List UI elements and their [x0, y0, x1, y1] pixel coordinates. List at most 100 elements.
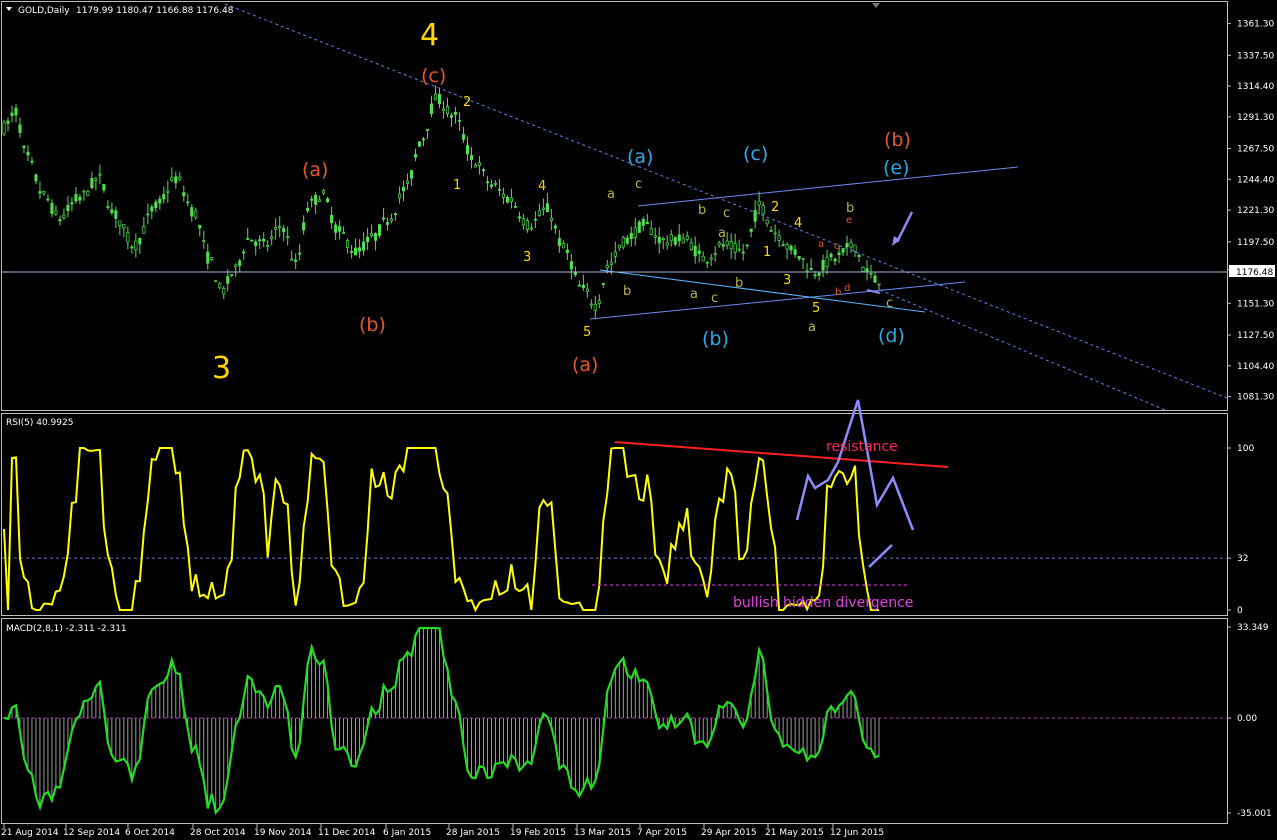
candle-body	[545, 203, 549, 213]
price-tick-label: 1361.30	[1237, 20, 1274, 30]
candle-body	[338, 226, 342, 232]
candle-body	[310, 198, 314, 201]
candle-body	[869, 273, 873, 275]
candle-body	[102, 184, 106, 191]
candle-body	[218, 283, 222, 289]
price-tick-label: 1221.30	[1237, 206, 1274, 216]
candle-body	[637, 221, 641, 233]
candle-body	[286, 236, 290, 239]
candle-body	[777, 235, 781, 241]
candle-body	[166, 190, 170, 193]
candle-body	[54, 210, 58, 215]
candle-body	[505, 196, 509, 203]
candle-body	[6, 120, 10, 124]
wave-label: (b)	[884, 129, 911, 151]
candle-body	[206, 251, 210, 264]
time-tick-label: 12 Sep 2014	[63, 828, 120, 838]
wave-label: (e)	[883, 157, 910, 179]
wave-label: (d)	[878, 325, 905, 347]
candle-body	[797, 255, 801, 260]
candle-body	[274, 227, 278, 230]
time-tick-label: 21 May 2015	[765, 828, 824, 838]
candle-body	[677, 234, 681, 242]
candle-body	[58, 219, 62, 222]
wave-label: b	[623, 284, 631, 299]
candle-body	[254, 241, 258, 247]
candle-body	[845, 242, 849, 248]
candle-body	[461, 134, 466, 140]
candle-body	[497, 188, 501, 191]
resistance-annotation: resistance	[826, 439, 898, 455]
candle-body	[697, 250, 701, 254]
candle-body	[326, 198, 330, 203]
candle-body	[561, 243, 565, 249]
candle-body	[270, 236, 274, 239]
time-tick-label: 29 Apr 2015	[701, 828, 757, 838]
rsi-tick-label: 0	[1237, 606, 1243, 616]
candle-body	[378, 224, 382, 236]
wave-label: c	[711, 291, 718, 306]
candle-body	[425, 128, 430, 131]
price-tick-label: 1151.30	[1237, 299, 1274, 309]
candle-body	[174, 176, 178, 184]
candle-body	[549, 217, 553, 221]
candle-body	[617, 244, 621, 249]
candle-body	[150, 206, 154, 212]
candle-body	[290, 258, 294, 261]
candle-body	[66, 204, 70, 211]
wave-label: d	[844, 283, 850, 294]
candle-body	[709, 257, 713, 260]
candle-body	[366, 236, 370, 243]
candle-body	[573, 272, 577, 275]
time-tick-label: 6 Oct 2014	[125, 828, 175, 838]
rsi-tick-label: 100	[1237, 444, 1254, 454]
divergence-annotation: bullish hidden divergence	[733, 595, 913, 611]
candle-body	[401, 186, 406, 192]
candle-body	[865, 268, 869, 272]
candle-body	[733, 243, 737, 253]
candle-body	[789, 245, 793, 251]
candle-body	[318, 199, 322, 202]
wave-label: c	[886, 296, 893, 311]
candle-body	[10, 112, 14, 116]
candle-body	[457, 120, 462, 122]
candle-body	[741, 251, 745, 254]
wave-label: (a)	[627, 146, 653, 168]
wave-label: 5	[812, 301, 820, 316]
candle-body	[302, 222, 306, 231]
candle-body	[669, 234, 673, 242]
time-tick-label: 13 Mar 2015	[574, 828, 631, 838]
candle-body	[825, 256, 829, 267]
candle-body	[146, 213, 150, 216]
price-tick-label: 1127.50	[1237, 331, 1274, 341]
wave-label: 3	[523, 250, 531, 265]
candle-body	[134, 240, 138, 251]
wave-label: c	[834, 241, 840, 252]
candle-body	[453, 111, 458, 115]
candle-body	[14, 107, 18, 116]
candle-body	[226, 276, 230, 284]
candle-body	[46, 198, 50, 201]
candle-body	[394, 213, 398, 216]
trading-chart[interactable]: 1361.30 1337.50 1314.40 1291.30 1267.50 1244.…	[0, 0, 1277, 840]
candle-body	[529, 227, 533, 230]
time-tick-label: 11 Dec 2014	[318, 828, 376, 838]
candle-body	[689, 242, 693, 250]
wave-label: e	[846, 215, 852, 226]
wave-label: a	[808, 320, 816, 335]
candle-body	[685, 235, 689, 240]
candle-body	[481, 169, 486, 172]
candle-body	[314, 194, 318, 205]
candle-body	[190, 207, 194, 217]
candle-body	[641, 219, 645, 226]
time-tick-label: 19 Feb 2015	[510, 828, 566, 838]
wave-label: b	[698, 203, 706, 218]
candle-body	[294, 259, 298, 262]
candle-body	[94, 178, 98, 181]
candle-body	[202, 240, 206, 242]
candle-body	[346, 240, 350, 248]
wave-label: 1	[453, 178, 461, 193]
wave-label: b	[846, 201, 854, 216]
candle-body	[118, 220, 122, 226]
candle-body	[306, 207, 310, 212]
